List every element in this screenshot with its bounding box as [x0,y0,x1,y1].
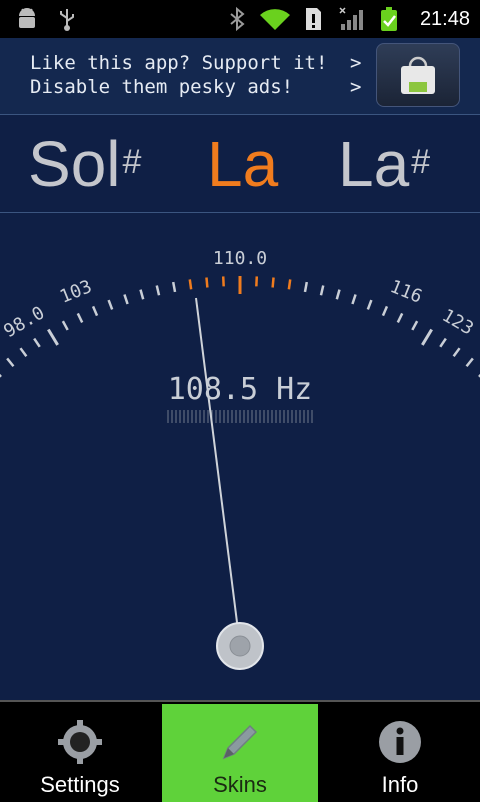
sd-card-warning-icon [302,6,324,32]
gauge-tick [124,295,127,304]
status-bar: 21:48 [0,0,480,38]
gauge-tick [412,321,417,330]
ad-arrow-1: > [350,52,361,74]
market-button[interactable] [376,43,460,107]
gauge-tick [422,330,431,345]
gauge-tick [109,300,113,309]
tuner-gauge: 98.0 103 110.0 116 123 [0,213,480,700]
gauge-tick [454,348,460,356]
gauge-tick [398,313,402,322]
previous-note: Sol# [28,132,141,196]
pencil-icon [216,718,264,766]
gauge-tick [273,278,274,288]
gauge-label-far-right: 123 [438,305,477,339]
gauge-label-center: 110.0 [213,248,267,269]
gauge-tick [368,300,372,309]
wifi-icon [258,6,292,32]
gauge-tick [383,306,387,315]
gauge-tick [305,282,307,292]
current-note-name: La [207,128,278,200]
bottom-tab-bar: Settings Skins Info [0,700,480,802]
ad-line-2: Disable them pesky ads! [30,76,293,98]
gauge-tick [467,358,473,366]
gauge-tick [173,282,175,292]
gear-icon [56,718,104,766]
usb-icon [54,6,80,32]
info-icon [376,718,424,766]
next-note-accidental: # [411,143,430,181]
tab-skins-label: Skins [162,772,318,798]
gauge-label-far-left: 98.0 [0,302,48,342]
gauge-tick [289,279,290,289]
tuner-needle [196,298,240,646]
gauge-tick [93,306,97,315]
gauge-tick [140,290,143,300]
gauge-tick [190,279,191,289]
clock: 21:48 [420,6,470,32]
android-debug-icon [14,6,40,32]
ad-banner[interactable]: Like this app? Support it! > Disable the… [0,38,480,115]
next-note: La# [338,132,430,196]
current-note: La [207,132,278,196]
previous-note-accidental: # [123,143,142,181]
note-row: Sol# La La# [0,114,480,213]
tab-settings-label: Settings [0,772,160,798]
frequency-readout: 108.5 Hz [0,372,480,407]
ad-line-1: Like this app? Support it! [30,52,327,74]
gauge-tick [321,285,323,295]
gauge-tick [352,295,355,304]
tab-skins[interactable]: Skins [162,704,318,802]
gauge-tick [337,290,340,300]
gauge-tick [206,278,207,288]
market-bag-icon [395,52,441,98]
gauge-tick [20,348,26,356]
gauge-label-left: 103 [57,276,95,308]
gauge-label-right: 116 [387,276,425,308]
previous-note-name: Sol [28,128,121,200]
tab-info-label: Info [320,772,480,798]
gauge-tick [7,358,13,366]
signal-icon [338,6,366,32]
ad-arrow-2: > [350,76,361,98]
tab-info[interactable]: Info [320,704,480,802]
gauge-tick [440,339,446,347]
gauge-tick [157,285,159,295]
gauge-tick [63,321,68,330]
gauge-tick [48,330,57,345]
next-note-name: La [338,128,409,200]
gauge-tick [78,313,82,322]
frequency-scale-ticks [168,410,312,423]
tab-settings[interactable]: Settings [0,704,160,802]
bluetooth-icon [226,6,248,32]
gauge-tick [34,339,40,347]
battery-charging-icon [378,6,400,32]
